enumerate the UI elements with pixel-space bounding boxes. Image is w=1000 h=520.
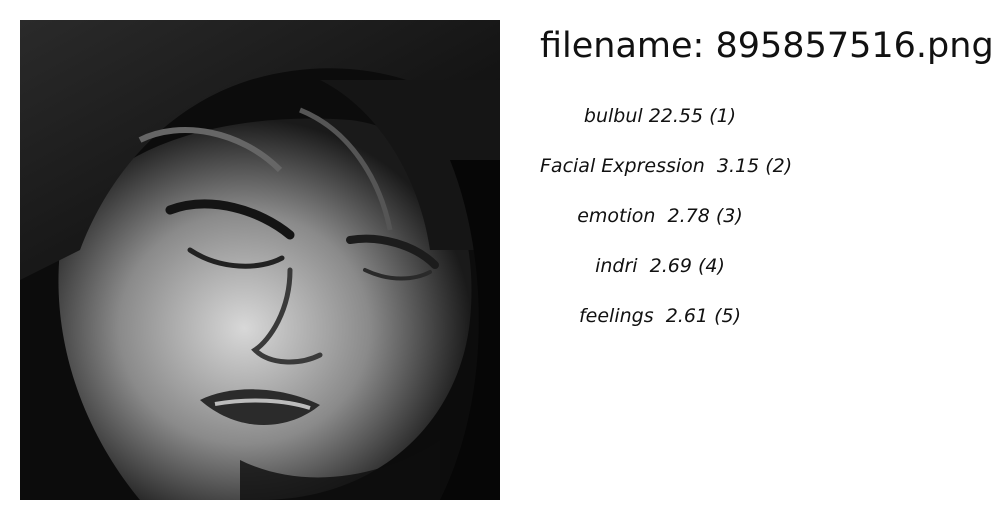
- prediction-score: 2.61: [665, 305, 709, 327]
- list-item: indri 2.69 (4): [540, 242, 780, 292]
- face-photo: [20, 20, 500, 500]
- prediction-label: bulbul: [583, 105, 643, 127]
- page: filename: 895857516.png bulbul 22.55 (1)…: [0, 0, 1000, 520]
- prediction-score: 3.15: [716, 155, 760, 177]
- prediction-label: indri: [595, 255, 638, 277]
- list-item: feelings 2.61 (5): [540, 292, 780, 342]
- list-item: Facial Expression 3.15 (2): [540, 142, 792, 192]
- filename-heading: filename: 895857516.png: [540, 20, 994, 72]
- list-item: bulbul 22.55 (1): [540, 92, 780, 142]
- prediction-score: 2.78: [667, 205, 710, 227]
- grayscale-face-photo-icon: [20, 20, 500, 500]
- prediction-label: emotion: [577, 205, 656, 227]
- prediction-list: bulbul 22.55 (1) Facial Expression 3.15 …: [540, 92, 792, 342]
- prediction-rank: (1): [709, 105, 737, 127]
- prediction-rank: (2): [765, 155, 793, 177]
- prediction-rank: (4): [698, 255, 725, 277]
- prediction-rank: (3): [715, 205, 743, 227]
- prediction-score: 2.69: [649, 255, 692, 277]
- prediction-label: feelings: [578, 305, 654, 327]
- info-panel: filename: 895857516.png bulbul 22.55 (1)…: [540, 20, 994, 358]
- prediction-score: 22.55: [648, 105, 704, 127]
- prediction-rank: (5): [714, 305, 741, 327]
- list-item: emotion 2.78 (3): [540, 192, 780, 242]
- filename-value: 895857516.png: [715, 26, 994, 66]
- filename-prefix: filename:: [540, 26, 705, 66]
- prediction-label: Facial Expression: [540, 155, 705, 177]
